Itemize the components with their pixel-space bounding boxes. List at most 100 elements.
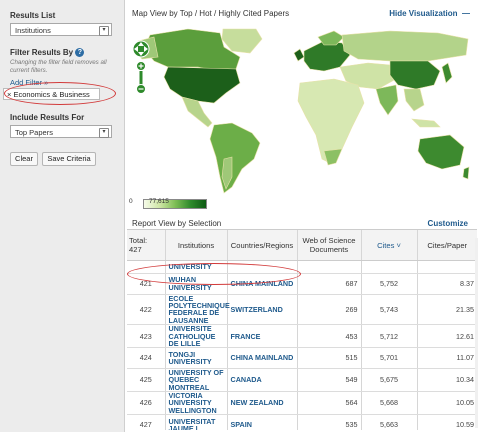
southeast-asia-shape: [403, 88, 425, 112]
total-header: Total: 427: [127, 230, 165, 261]
save-criteria-button[interactable]: Save Criteria: [42, 152, 96, 166]
south-africa-shape: [323, 148, 343, 166]
cites-cell: 5,752: [360, 273, 417, 295]
results-list-select[interactable]: Institutions ▾: [10, 23, 112, 36]
rank-cell: 425: [127, 368, 165, 393]
documents-cell: 549: [296, 368, 361, 393]
documents-cell: 535: [296, 414, 361, 430]
country-cell[interactable]: CHINA MAINLAND: [226, 347, 297, 369]
documents-cell: 269: [296, 294, 361, 326]
table-scrollbar[interactable]: [475, 238, 478, 428]
filter-hint: Changing the filter field removes all cu…: [10, 59, 107, 75]
country-cell[interactable]: FRANCE: [226, 324, 297, 349]
main-panel: Map View by Top / Hot / Highly Cited Pap…: [124, 0, 480, 432]
row-highlight-oval: [127, 263, 301, 285]
results-table-wrap: Total: 427 Institutions Countries/Region…: [127, 229, 477, 430]
documents-cell: 515: [296, 347, 361, 369]
institution-cell[interactable]: ECOLE POLYTECHNIQUE FEDERALE DE LAUSANNE: [164, 294, 230, 326]
cites-cell: 5,712: [360, 324, 417, 349]
uk-shape: [293, 48, 305, 62]
zoom-out-icon[interactable]: [136, 84, 146, 94]
table-row: 427 UNIVERSITAT JAUME I SPAIN 535 5,663 10.59: [127, 414, 477, 430]
help-icon[interactable]: ?: [75, 48, 85, 58]
cites-cell: [360, 260, 417, 274]
zoom-in-icon[interactable]: [136, 61, 146, 71]
cites-header-label: Cites ˅: [377, 240, 401, 250]
institutions-header[interactable]: Institutions: [164, 230, 227, 261]
wos-documents-header[interactable]: Web of Science Documents: [296, 230, 361, 261]
chevron-down-icon: ▾: [99, 26, 109, 36]
cites-per-paper-cell: 8.37: [416, 273, 477, 295]
cites-per-paper-cell: 10.05: [416, 391, 477, 416]
table-row: 422 ECOLE POLYTECHNIQUE FEDERALE DE LAUSA…: [127, 294, 477, 326]
results-list-section: Results List Institutions ▾: [10, 11, 114, 36]
zoom-slider[interactable]: [139, 71, 143, 85]
legend-max: 77,615: [149, 198, 169, 205]
cites-per-paper-cell: 10.34: [416, 368, 477, 393]
table-row: 425 UNIVERSITY OF QUEBEC MONTREAL CANADA 54…: [127, 368, 477, 393]
table-row: 423 UNIVERSITE CATHOLIQUE DE LILLE FRANCE 4…: [127, 324, 477, 349]
include-select[interactable]: Top Papers ▾: [10, 125, 112, 138]
cites-header[interactable]: Cites ˅: [360, 230, 417, 261]
rank-cell: 426: [127, 391, 165, 416]
world-map[interactable]: [128, 27, 473, 195]
cites-per-paper-header[interactable]: Cites/Paper: [416, 230, 477, 261]
customize-link[interactable]: Customize: [428, 219, 468, 228]
cites-per-paper-cell: 11.07: [416, 347, 477, 369]
documents-cell: 453: [296, 324, 361, 349]
legend-min: 0: [129, 198, 133, 205]
documents-cell: [296, 260, 361, 274]
documents-cell: 687: [296, 273, 361, 295]
rank-cell: 422: [127, 294, 165, 326]
table-row: 424 TONGJI UNIVERSITY CHINA MAINLAND 515 5,7…: [127, 347, 477, 369]
world-map-svg: [132, 28, 470, 194]
cites-cell: 5,675: [360, 368, 417, 393]
cites-cell: 5,663: [360, 414, 417, 430]
report-title: Report View by Selection: [132, 219, 222, 228]
map-title: Map View by Top / Hot / Highly Cited Pap…: [132, 9, 290, 18]
table-row: 426 VICTORIA UNIVERSITY WELLINGTON NEW ZEA…: [127, 391, 477, 416]
total-count: 427: [129, 245, 142, 254]
usa-shape: [163, 66, 241, 104]
include-section: Include Results For Top Papers ▾: [10, 113, 114, 138]
new-zealand-shape: [462, 166, 470, 180]
sidebar: Results List Institutions ▾ Filter Resul…: [0, 0, 125, 432]
results-list-value: Institutions: [15, 26, 51, 35]
institution-cell[interactable]: VICTORIA UNIVERSITY WELLINGTON: [164, 391, 227, 416]
highlight-oval: [4, 82, 116, 105]
countries-header[interactable]: Countries/Regions: [226, 230, 297, 261]
country-cell[interactable]: NEW ZEALAND: [226, 391, 297, 416]
filter-heading: Filter Results By ?: [10, 48, 114, 58]
south-america-shape: [209, 122, 261, 194]
results-list-label: Results List: [10, 11, 56, 20]
country-cell[interactable]: SPAIN: [226, 414, 297, 430]
filter-label: Filter Results By: [10, 48, 74, 57]
australia-shape: [417, 134, 465, 170]
hide-visualization-label: Hide Visualization: [389, 9, 458, 18]
institution-cell[interactable]: UNIVERSITY OF QUEBEC MONTREAL: [164, 368, 227, 393]
country-cell[interactable]: CANADA: [226, 368, 297, 393]
chevron-down-icon: ▾: [99, 128, 109, 138]
rank-cell: 423: [127, 324, 165, 349]
institution-cell[interactable]: UNIVERSITAT JAUME I: [164, 414, 227, 430]
russia-shape: [341, 30, 469, 62]
cites-cell: 5,668: [360, 391, 417, 416]
cites-cell: 5,701: [360, 347, 417, 369]
documents-cell: 564: [296, 391, 361, 416]
institution-cell[interactable]: UNIVERSITE CATHOLIQUE DE LILLE: [164, 324, 227, 349]
india-shape: [375, 84, 399, 116]
country-cell[interactable]: SWITZERLAND: [226, 294, 297, 326]
total-label: Total:: [129, 236, 148, 245]
include-value: Top Papers: [15, 128, 53, 137]
hide-visualization-link[interactable]: Hide Visualization —: [389, 9, 470, 18]
include-label: Include Results For: [10, 113, 85, 122]
institution-cell[interactable]: TONGJI UNIVERSITY: [164, 347, 227, 369]
clear-button[interactable]: Clear: [10, 152, 38, 166]
table-header-row: Total: 427 Institutions Countries/Region…: [127, 230, 477, 261]
rank-cell: 427: [127, 414, 165, 430]
minus-icon: —: [459, 9, 470, 18]
indonesia-shape: [411, 118, 441, 128]
results-table: Total: 427 Institutions Countries/Region…: [127, 230, 477, 430]
map-pan-control[interactable]: [132, 40, 150, 58]
cites-per-paper-cell: 12.61: [416, 324, 477, 349]
